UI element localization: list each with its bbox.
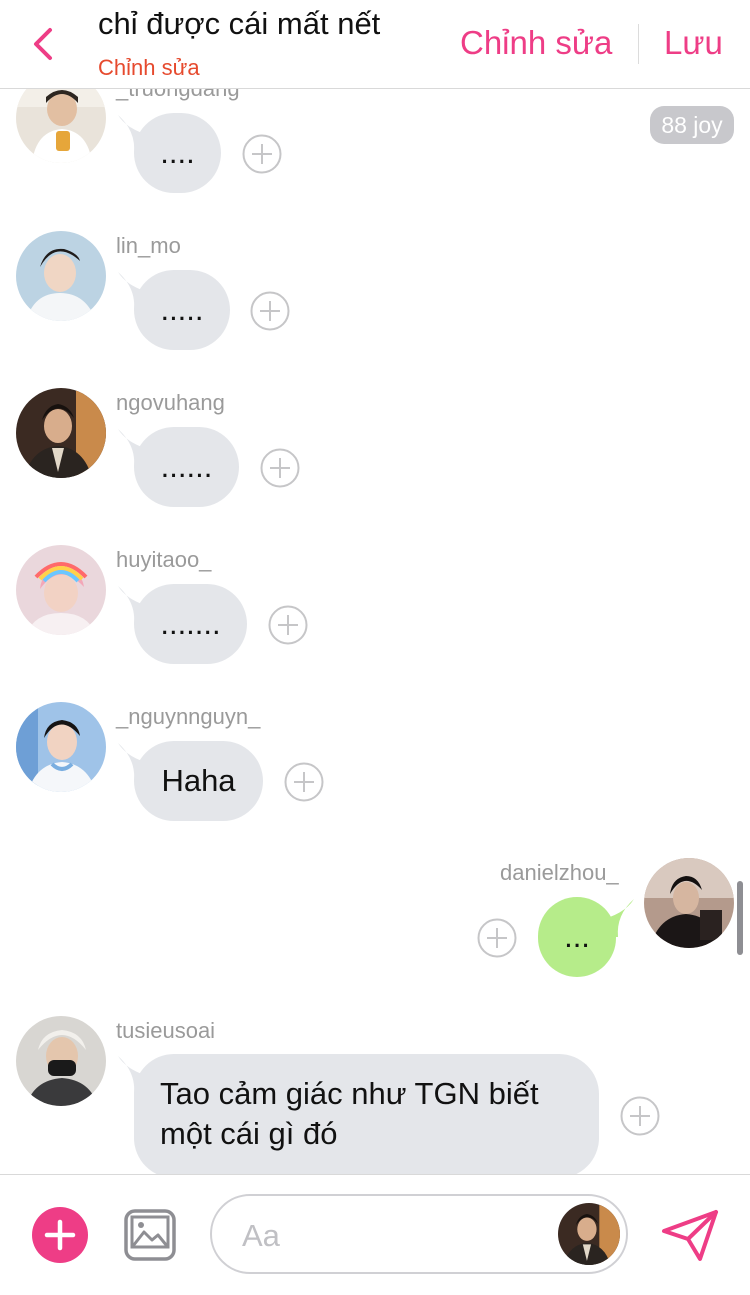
message-text-line-2: một cái gì đó <box>160 1116 338 1151</box>
user-photo <box>16 89 106 163</box>
joy-points-badge: 88 joy <box>650 106 734 144</box>
add-button[interactable] <box>32 1207 88 1263</box>
message-bubble[interactable]: Tao cảm giác như TGN biết một cái gì đó <box>134 1054 599 1174</box>
message-bubble-outgoing[interactable]: ... <box>538 897 616 977</box>
chevron-left-icon <box>34 28 52 60</box>
user-photo <box>644 858 734 948</box>
avatar[interactable] <box>16 545 106 635</box>
avatar[interactable] <box>16 702 106 792</box>
edit-button[interactable]: Chỉnh sửa <box>460 24 612 62</box>
message-text-line-1: Tao cảm giác như TGN biết <box>160 1076 539 1111</box>
chat-title: chỉ được cái mất nết <box>98 6 381 41</box>
message-text: ... <box>564 919 590 954</box>
add-reaction-button[interactable] <box>260 448 300 488</box>
avatar[interactable] <box>16 388 106 478</box>
scrollbar[interactable] <box>737 881 743 955</box>
save-button[interactable]: Lưu <box>664 24 723 62</box>
message-text: ....... <box>160 606 221 641</box>
message-composer: Aa <box>0 1174 750 1295</box>
message-text: ..... <box>160 292 204 327</box>
add-reaction-button[interactable] <box>477 918 517 958</box>
send-button[interactable] <box>660 1209 720 1263</box>
user-photo <box>16 388 106 478</box>
plus-icon <box>44 1219 76 1251</box>
chat-header: chỉ được cái mất nết Chỉnh sửa Chỉnh sửa… <box>0 0 750 89</box>
header-divider <box>638 24 639 64</box>
image-button[interactable] <box>124 1209 176 1261</box>
message-text: ...... <box>160 449 213 484</box>
avatar[interactable] <box>16 89 106 163</box>
message-bubble[interactable]: ...... <box>134 427 239 507</box>
add-reaction-button[interactable] <box>242 134 282 174</box>
user-photo <box>16 231 106 321</box>
avatar[interactable] <box>644 858 734 948</box>
user-photo <box>16 545 106 635</box>
sender-username: _truongdang <box>116 89 240 102</box>
back-button[interactable] <box>28 26 60 62</box>
sender-username: huyitaoo_ <box>116 547 212 572</box>
sender-username: tusieusoai <box>116 1018 216 1043</box>
add-reaction-button[interactable] <box>268 605 308 645</box>
sender-username: lin_mo <box>116 233 181 258</box>
paper-plane-icon <box>662 1210 718 1261</box>
add-reaction-button[interactable] <box>620 1096 660 1136</box>
message-text: Haha <box>161 763 236 798</box>
sender-username: ngovuhang <box>116 390 225 415</box>
message-bubble[interactable]: ....... <box>134 584 247 664</box>
message-bubble[interactable]: Haha <box>134 741 263 821</box>
user-photo <box>16 1016 106 1106</box>
message-text: .... <box>160 135 195 170</box>
sender-persona-avatar[interactable] <box>558 1203 620 1265</box>
sender-username: danielzhou_ <box>500 860 619 885</box>
add-reaction-button[interactable] <box>284 762 324 802</box>
chat-subtitle-edit-link[interactable]: Chỉnh sửa <box>98 55 200 81</box>
user-photo <box>558 1203 620 1265</box>
message-list[interactable]: _truongdang .... 88 joy lin_mo <box>0 89 750 1174</box>
message-input-placeholder: Aa <box>242 1218 280 1253</box>
message-bubble[interactable]: .... <box>134 113 221 193</box>
sender-username: _nguynnguyn_ <box>116 704 261 729</box>
avatar[interactable] <box>16 231 106 321</box>
message-input[interactable]: Aa <box>210 1194 628 1274</box>
user-photo <box>16 702 106 792</box>
avatar[interactable] <box>16 1016 106 1106</box>
message-bubble[interactable]: ..... <box>134 270 230 350</box>
add-reaction-button[interactable] <box>250 291 290 331</box>
image-icon <box>124 1209 176 1261</box>
